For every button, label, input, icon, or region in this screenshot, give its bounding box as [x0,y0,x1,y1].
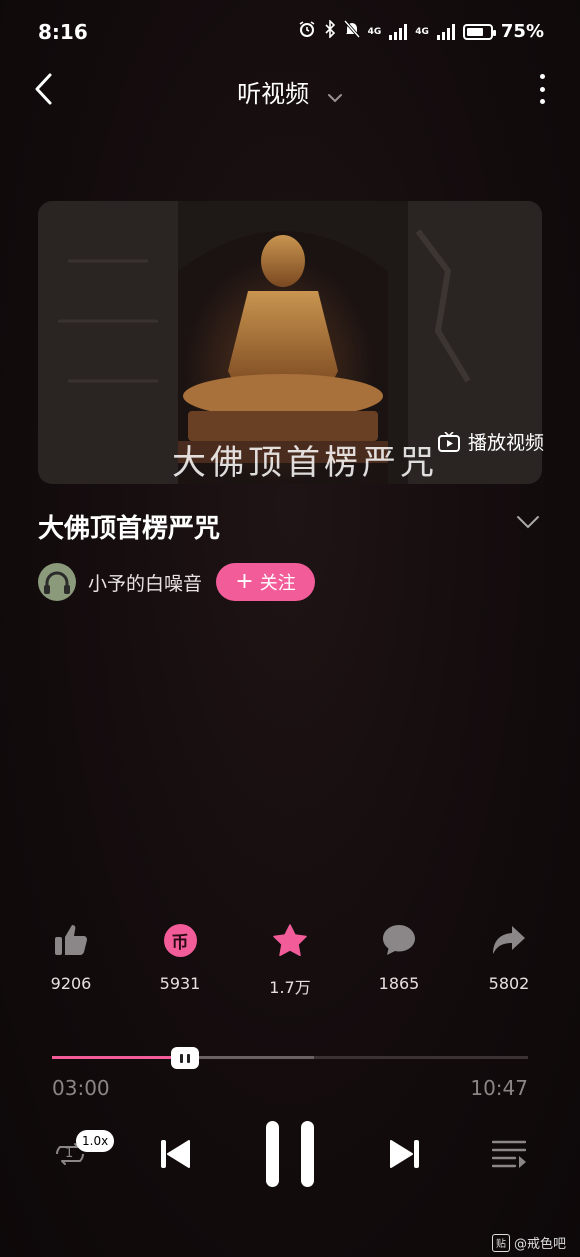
comment-icon [383,925,415,955]
watermark-text: @戒色吧 [513,1237,566,1252]
favorite-button[interactable]: 1.7万 [240,920,340,998]
comment-button[interactable]: 1865 [349,920,449,993]
favorite-count: 1.7万 [269,978,311,997]
coin-icon: 币 [163,923,197,957]
next-button[interactable] [390,1138,420,1174]
author-row: 小予的白噪音 + 关注 [38,563,316,601]
playlist-button[interactable] [491,1139,527,1173]
progress-thumb[interactable] [171,1047,200,1069]
share-count: 5802 [488,974,530,993]
playlist-icon [491,1140,527,1168]
watermark: 贴 @戒色吧 [491,1233,566,1252]
header-title-dropdown[interactable]: 听视频 [0,74,580,109]
battery-level [466,27,484,36]
more-menu-button[interactable] [538,74,546,104]
total-time: 10:47 [470,1076,528,1100]
follow-button[interactable]: + 关注 [216,563,316,601]
battery-icon [462,23,496,40]
like-count: 9206 [50,974,92,993]
play-video-button[interactable]: 播放视频 [437,428,544,455]
pause-button[interactable] [266,1121,314,1187]
previous-button[interactable] [160,1138,190,1174]
coin-button[interactable]: 币 5931 [130,920,230,993]
status-time: 8:16 [38,20,88,44]
bluetooth-icon [324,19,336,43]
loop-count: 1 [65,1146,74,1161]
signal-icon [389,23,408,40]
video-overlay-title: 大佛顶首楞严咒 [172,443,438,483]
mute-bell-icon [343,20,360,43]
share-icon [493,926,525,954]
page-title: 听视频 [237,80,310,108]
author-name[interactable]: 小予的白噪音 [88,569,202,596]
signal-icon-2 [436,23,455,40]
tv-play-icon [437,431,460,452]
chevron-down-icon [517,516,539,529]
play-video-label: 播放视频 [467,432,544,454]
track-title: 大佛顶首楞严咒 [38,514,221,544]
battery-percent: 75% [500,21,544,42]
chevron-down-icon [327,81,343,109]
network-label-1: 4G [367,26,382,37]
progress-played [52,1056,186,1059]
watermark-badge: 贴 [491,1233,510,1252]
star-icon [273,924,307,956]
thumbs-up-icon [55,925,87,955]
share-button[interactable]: 5802 [459,920,559,993]
status-icons: 4G 4G 75% [298,19,544,43]
alarm-icon [298,20,316,43]
avatar[interactable] [38,563,76,601]
comment-count: 1865 [378,974,420,993]
skip-previous-icon [161,1140,190,1168]
plus-icon: + [235,569,254,594]
expand-details-button[interactable] [516,514,540,533]
like-button[interactable]: 9206 [21,920,121,993]
speed-badge[interactable]: 1.0x [76,1130,115,1152]
network-label-2: 4G [415,26,429,37]
skip-next-icon [390,1140,419,1168]
coin-count: 5931 [159,974,201,993]
follow-label: 关注 [259,573,296,594]
headphones-icon [44,571,70,594]
current-time: 03:00 [52,1076,110,1100]
